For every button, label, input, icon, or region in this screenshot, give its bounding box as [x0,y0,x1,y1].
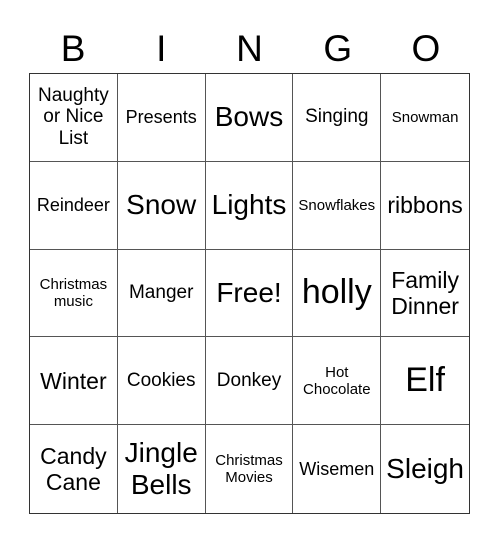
bingo-cell[interactable]: Christmas music [30,249,118,338]
bingo-cell[interactable]: Lights [205,161,294,250]
bingo-cell[interactable]: Sleigh [381,425,469,513]
bingo-grid: Naughty or Nice List Presents Bows Singi… [29,73,470,514]
free-space-cell[interactable]: Free! [205,249,294,338]
bingo-cell[interactable]: Candy Cane [30,425,118,513]
bingo-cell[interactable]: Snowflakes [293,161,382,250]
bingo-cell[interactable]: Naughty or Nice List [30,74,118,162]
bingo-cell[interactable]: Christmas Movies [206,425,294,513]
header-letter-b: B [60,28,86,69]
bingo-cell[interactable]: Bows [205,74,294,162]
bingo-cell[interactable]: Donkey [205,337,294,426]
bingo-header: B I N G O [29,26,470,72]
bingo-cell[interactable]: Wisemen [293,425,382,513]
header-letter-o: O [411,28,441,69]
bingo-cell[interactable]: Winter [30,337,118,426]
bingo-cell[interactable]: Hot Chocolate [293,337,382,426]
bingo-cell[interactable]: Cookies [117,337,206,426]
header-letter-g: G [323,28,353,69]
bingo-cell[interactable]: Snow [117,161,206,250]
header-letter-n: N [236,28,263,69]
bingo-cell[interactable]: Singing [293,74,382,162]
bingo-cell[interactable]: Manger [117,249,206,338]
bingo-cell[interactable]: Jingle Bells [118,425,206,513]
header-letter-i: I [156,28,167,69]
bingo-cell[interactable]: Elf [381,337,469,426]
bingo-cell[interactable]: Snowman [381,74,469,162]
bingo-cell[interactable]: Presents [117,74,206,162]
bingo-cell[interactable]: holly [293,249,382,338]
bingo-cell[interactable]: Family Dinner [381,250,469,338]
bingo-cell[interactable]: Reindeer [30,161,118,250]
bingo-cell[interactable]: ribbons [381,162,469,250]
